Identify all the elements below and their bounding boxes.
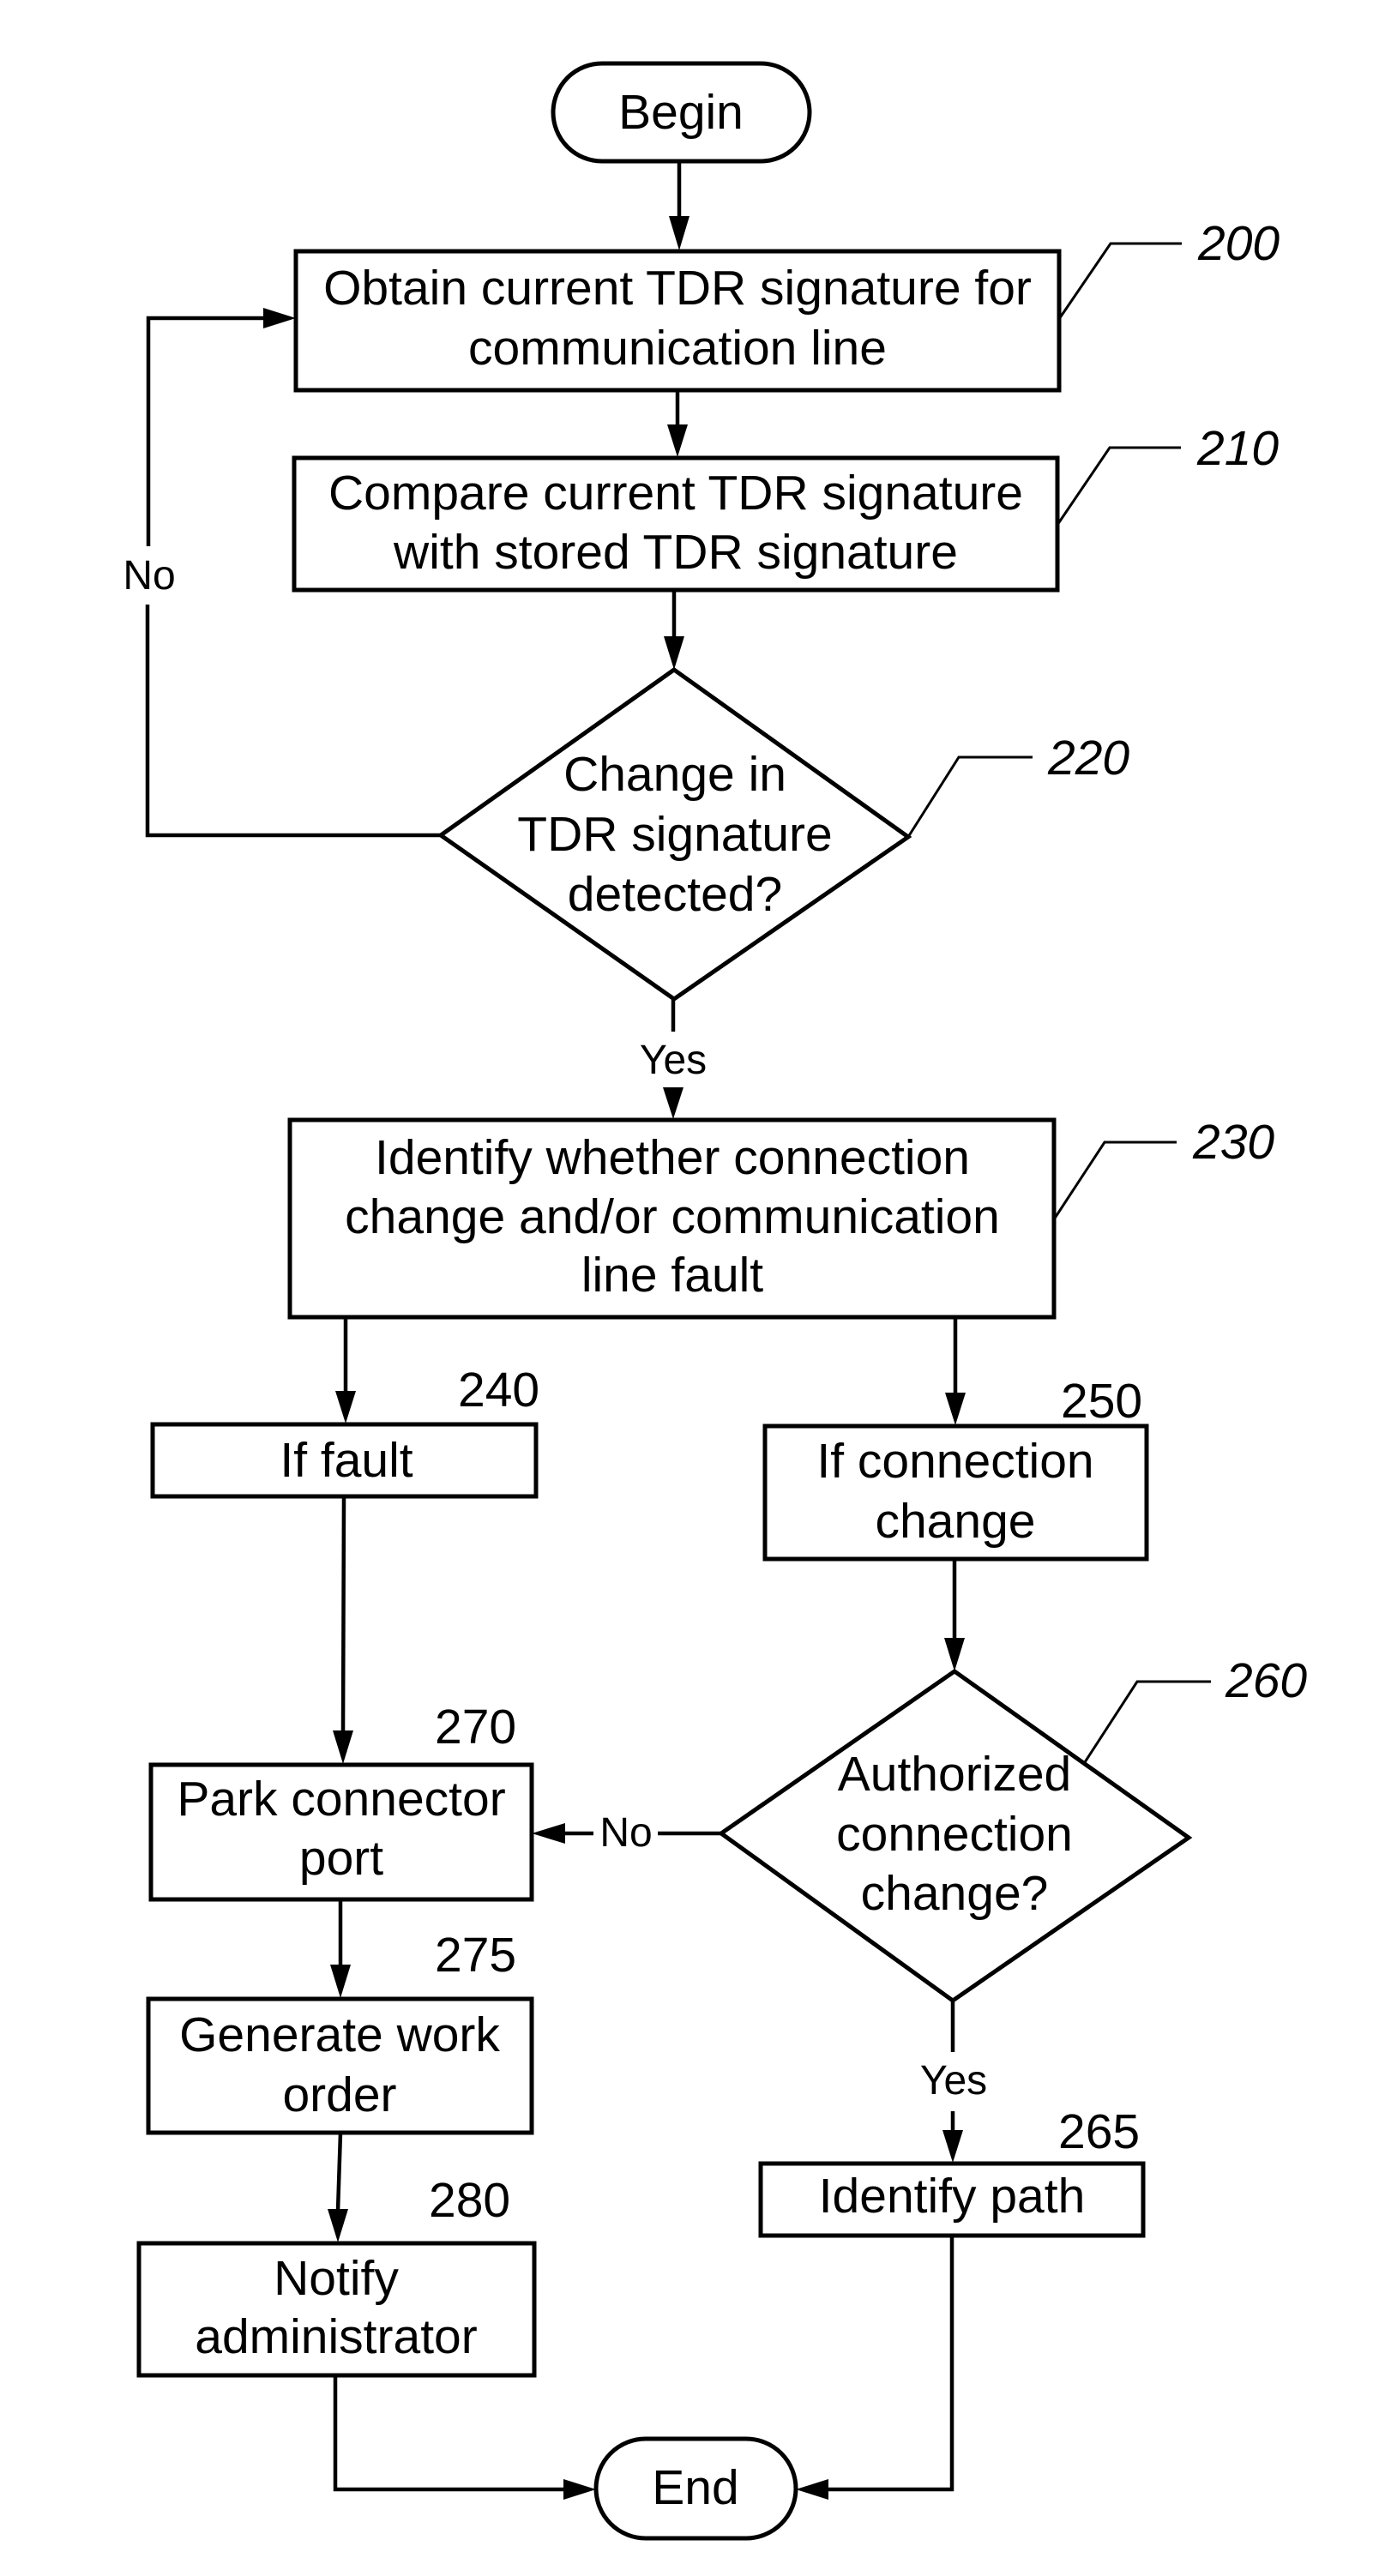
process-text-line: Obtain current TDR signature for	[323, 261, 1032, 316]
arrowhead-down-icon	[944, 1638, 965, 1671]
edge-begin-to-200	[669, 161, 690, 250]
connector-line	[826, 2236, 954, 2492]
edge-260-no-to-270: No	[532, 1810, 721, 1856]
reference-leader-line	[906, 755, 1033, 838]
edge-220-yes-to-230: Yes	[640, 999, 707, 1119]
connector-line	[145, 605, 441, 838]
arrowhead-left-icon	[532, 1823, 565, 1844]
process-text-line: change	[875, 1494, 1035, 1549]
arrowhead-right-icon	[263, 308, 296, 328]
process-text-line: Generate work	[179, 2007, 500, 2062]
process-text-line: communication line	[468, 321, 887, 376]
process-text-line: Identify whether connection	[375, 1130, 970, 1185]
connector-line	[146, 316, 266, 546]
begin-label: Begin	[618, 85, 744, 140]
arrowhead-down-icon	[333, 1730, 353, 1764]
arrowhead-left-icon	[796, 2479, 828, 2500]
reference-number: 270	[435, 1700, 516, 1754]
edge-275-to-280	[328, 2132, 348, 2242]
arrowhead-down-icon	[942, 2130, 963, 2163]
process-text-line: If connection	[816, 1434, 1093, 1489]
process-text-line: Identify path	[819, 2169, 1086, 2224]
decision-text-line: Change in	[563, 747, 786, 802]
decision-220: Change in TDR signature detected? 220	[437, 666, 1129, 1002]
arrowhead-down-icon	[945, 1393, 966, 1425]
process-text-line: Notify	[274, 2251, 399, 2306]
reference-number: 210	[1196, 421, 1279, 476]
process-text-line: line fault	[581, 1248, 763, 1303]
reference-number: 275	[435, 1928, 516, 1983]
end-terminal: End	[593, 2436, 798, 2541]
reference-leader-line	[1056, 446, 1181, 526]
decision-text-line: change?	[861, 1866, 1049, 1921]
decision-text-line: TDR signature	[517, 807, 832, 862]
process-text-line: with stored TDR signature	[393, 525, 958, 580]
edge-230-to-240	[335, 1317, 356, 1423]
arrowhead-down-icon	[328, 2209, 348, 2242]
reference-leader-line	[1057, 242, 1182, 320]
process-200: Obtain current TDR signature for communi…	[293, 216, 1280, 393]
edge-260-yes-to-265: Yes	[920, 2001, 987, 2163]
decision-text-line: detected?	[568, 867, 782, 922]
decision-text-line: connection	[836, 1807, 1073, 1862]
reference-number: 250	[1061, 1374, 1142, 1429]
reference-number: 260	[1225, 1653, 1307, 1708]
arrowhead-down-icon	[667, 424, 688, 457]
reference-leader-line	[1083, 1680, 1211, 1763]
edge-250-to-260	[944, 1559, 965, 1671]
reference-number: 220	[1047, 731, 1129, 785]
process-210: Compare current TDR signature with store…	[292, 421, 1279, 593]
flowchart: Begin Obtain current TDR signature for c…	[123, 61, 1307, 2541]
edge-270-to-275	[330, 1899, 351, 1998]
edge-label-no: No	[123, 553, 175, 599]
process-text-line: If fault	[280, 1433, 412, 1488]
edge-label-yes: Yes	[640, 1038, 707, 1083]
edge-240-to-270	[333, 1496, 353, 1764]
reference-number: 280	[429, 2173, 510, 2228]
decision-text-line: Authorized	[838, 1747, 1072, 1802]
begin-terminal: Begin	[551, 61, 812, 164]
edge-label-no: No	[599, 1810, 652, 1856]
process-text-line: Compare current TDR signature	[328, 466, 1023, 521]
reference-number: 200	[1197, 216, 1280, 271]
process-text-line: change and/or communication	[345, 1189, 1000, 1244]
reference-leader-line	[1052, 1141, 1177, 1220]
edge-280-to-end	[333, 2375, 596, 2500]
arrowhead-down-icon	[664, 636, 684, 670]
connector-line	[335, 2132, 343, 2212]
edge-label-yes: Yes	[920, 2058, 987, 2104]
arrowhead-down-icon	[663, 1087, 683, 1119]
arrowhead-down-icon	[330, 1965, 351, 1998]
process-text-line: order	[282, 2067, 396, 2122]
reference-number: 265	[1058, 2104, 1140, 2159]
arrowhead-down-icon	[335, 1391, 356, 1423]
process-text-line: port	[299, 1831, 383, 1886]
reference-number: 230	[1192, 1115, 1274, 1170]
arrowhead-down-icon	[669, 216, 690, 250]
decision-260: Authorized connection change? 260	[717, 1653, 1307, 2004]
edge-210-to-220	[664, 590, 684, 670]
reference-number: 240	[458, 1363, 539, 1417]
end-label: End	[652, 2460, 738, 2515]
edge-200-to-210	[667, 390, 688, 457]
edge-265-to-end	[796, 2236, 954, 2500]
arrowhead-right-icon	[563, 2479, 596, 2500]
connector-line	[333, 2375, 566, 2492]
edge-230-to-250	[945, 1317, 966, 1425]
process-text-line: administrator	[195, 2309, 477, 2364]
connector-line	[340, 1496, 346, 1733]
process-230: Identify whether connection change and/o…	[287, 1115, 1274, 1320]
process-text-line: Park connector	[177, 1772, 505, 1827]
